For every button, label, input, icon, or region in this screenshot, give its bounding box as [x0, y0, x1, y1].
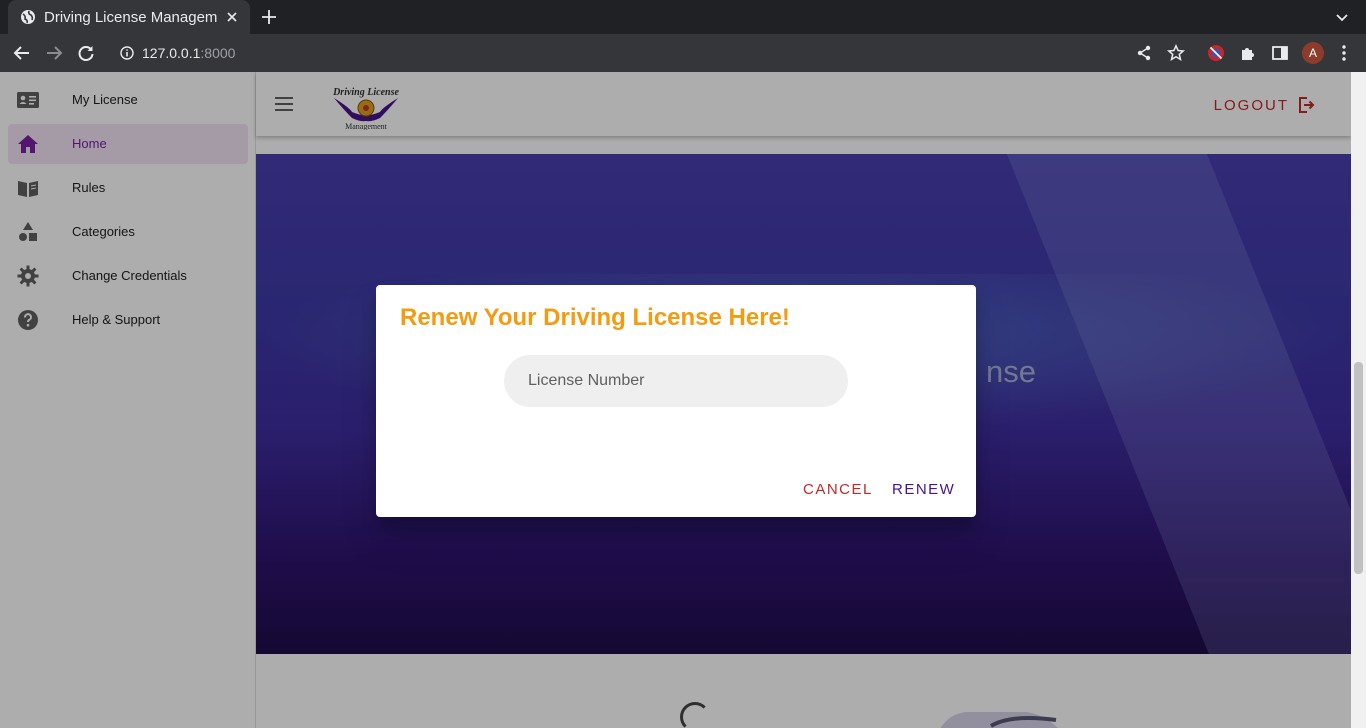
dialog-title: Renew Your Driving License Here! — [400, 304, 790, 331]
browser-tabbar: Driving License Management — [0, 0, 1366, 34]
profile-avatar[interactable]: A — [1302, 42, 1324, 64]
back-icon[interactable] — [13, 44, 31, 62]
renew-button[interactable]: RENEW — [892, 481, 955, 498]
tab-title: Driving License Management — [44, 8, 218, 26]
browser-tab[interactable]: Driving License Management — [8, 0, 250, 34]
browser-toolbar: 127.0.0.1:8000 A — [0, 34, 1366, 72]
kebab-menu-icon[interactable] — [1335, 44, 1353, 62]
reload-icon[interactable] — [77, 44, 95, 62]
forward-icon[interactable] — [45, 44, 63, 62]
puzzle-icon[interactable] — [1239, 44, 1257, 62]
page-viewport: My License Home Rules Categories Change … — [0, 72, 1366, 728]
share-icon[interactable] — [1135, 44, 1153, 62]
url-host: 127.0.0.1 — [142, 45, 201, 61]
new-tab-icon[interactable] — [258, 6, 280, 28]
info-icon[interactable] — [120, 46, 134, 60]
scrollbar-thumb[interactable] — [1354, 362, 1363, 574]
page-scrollbar[interactable] — [1351, 72, 1366, 728]
cancel-button[interactable]: CANCEL — [803, 481, 873, 498]
side-panel-icon[interactable] — [1271, 44, 1289, 62]
globe-icon — [21, 10, 35, 24]
close-icon[interactable] — [224, 9, 240, 25]
url-port: :8000 — [200, 45, 236, 61]
extension-blocker-icon[interactable] — [1207, 44, 1225, 62]
license-number-input[interactable] — [504, 355, 848, 407]
renew-license-dialog: Renew Your Driving License Here! CANCEL … — [376, 285, 976, 517]
address-bar[interactable]: 127.0.0.1:8000 — [108, 38, 1198, 68]
chevron-down-icon[interactable] — [1334, 9, 1350, 25]
star-icon[interactable] — [1167, 44, 1185, 62]
